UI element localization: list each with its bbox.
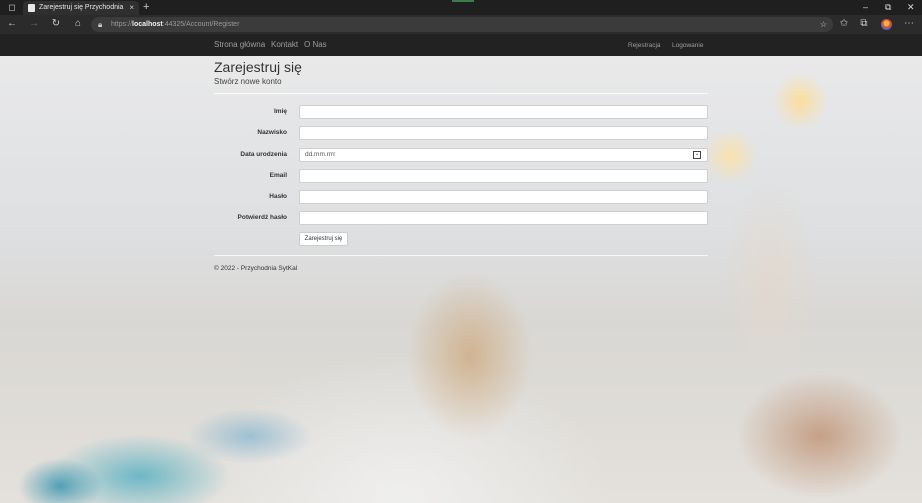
first-name-label: Imię — [273, 108, 287, 115]
nav-login-link[interactable]: Logowanie — [672, 41, 703, 51]
site-navbar: Strona główna Kontakt O Nas Rejestracja … — [0, 34, 922, 56]
home-icon[interactable]: ⌂ — [72, 18, 84, 30]
page-subtitle: Stwórz nowe konto — [214, 77, 282, 86]
form-row-first-name: Imię — [214, 105, 708, 119]
address-bar[interactable]: 🔒︎ https://localhost:44325/Account/Regis… — [91, 17, 833, 32]
page-favicon-icon — [28, 4, 35, 12]
form-row-password: Hasło — [214, 190, 708, 204]
lock-icon[interactable]: 🔒︎ — [98, 19, 102, 30]
form-row-confirm-password: Potwierdź hasło — [214, 211, 708, 225]
favorites-icon[interactable]: ✩ — [838, 18, 850, 30]
browser-tab[interactable]: Zarejestruj się Przychodnia SytK × — [23, 1, 139, 15]
nav-home-link[interactable]: Strona główna — [214, 40, 265, 50]
calendar-icon[interactable]: ▪ — [693, 151, 701, 159]
nav-about-link[interactable]: O Nas — [304, 40, 327, 50]
profile-avatar[interactable] — [881, 19, 892, 30]
background-image — [0, 56, 922, 503]
birth-date-label: Data urodzenia — [240, 151, 287, 158]
url-text: https://localhost:44325/Account/Register — [111, 21, 240, 28]
minimize-icon[interactable]: – — [863, 1, 868, 13]
password-field[interactable] — [299, 190, 708, 204]
birth-date-field[interactable]: dd.mm.rrrr ▪ — [299, 148, 708, 162]
close-window-icon[interactable]: ✕ — [907, 1, 915, 13]
more-menu-icon[interactable]: ⋯ — [903, 18, 915, 30]
last-name-label: Nazwisko — [257, 129, 287, 136]
form-row-last-name: Nazwisko — [214, 126, 708, 140]
page-viewport: Strona główna Kontakt O Nas Rejestracja … — [0, 34, 922, 503]
browser-tabstrip: ◻ Zarejestruj się Przychodnia SytK × + –… — [0, 0, 922, 15]
password-label: Hasło — [269, 193, 287, 200]
nav-contact-link[interactable]: Kontakt — [271, 40, 298, 50]
collections-icon[interactable]: ⧉ — [858, 18, 870, 30]
form-row-birth-date: Data urodzenia dd.mm.rrrr ▪ — [214, 148, 708, 162]
page-title: Zarejestruj się — [214, 59, 302, 75]
tab-actions-icon[interactable]: ◻ — [6, 2, 18, 13]
new-tab-button[interactable]: + — [143, 1, 149, 13]
refresh-icon[interactable]: ↻ — [50, 18, 62, 30]
register-button[interactable]: Zarejestruj się — [299, 232, 348, 246]
confirm-password-field[interactable] — [299, 211, 708, 225]
back-icon[interactable]: ← — [6, 18, 18, 30]
birth-date-placeholder: dd.mm.rrrr — [305, 151, 336, 158]
forward-icon[interactable]: → — [28, 18, 40, 30]
footer-text: © 2022 - Przychodnia SytKal — [214, 265, 298, 272]
email-field[interactable] — [299, 169, 708, 183]
footer-divider — [214, 255, 708, 256]
divider — [214, 93, 708, 94]
form-row-email: Email — [214, 169, 708, 183]
add-favorite-icon[interactable]: ☆ — [820, 19, 827, 30]
tab-close-icon[interactable]: × — [129, 3, 134, 13]
browser-toolbar: ← → ↻ ⌂ 🔒︎ https://localhost:44325/Accou… — [0, 15, 922, 34]
first-name-field[interactable] — [299, 105, 708, 119]
nav-register-link[interactable]: Rejestracja — [628, 41, 661, 51]
tab-title: Zarejestruj się Przychodnia SytK — [39, 4, 125, 11]
form-row-submit: Zarejestruj się — [214, 232, 708, 246]
tab-indicator — [452, 0, 474, 2]
maximize-icon[interactable]: ⧉ — [885, 1, 891, 13]
email-label: Email — [269, 172, 287, 179]
last-name-field[interactable] — [299, 126, 708, 140]
confirm-password-label: Potwierdź hasło — [237, 214, 287, 221]
